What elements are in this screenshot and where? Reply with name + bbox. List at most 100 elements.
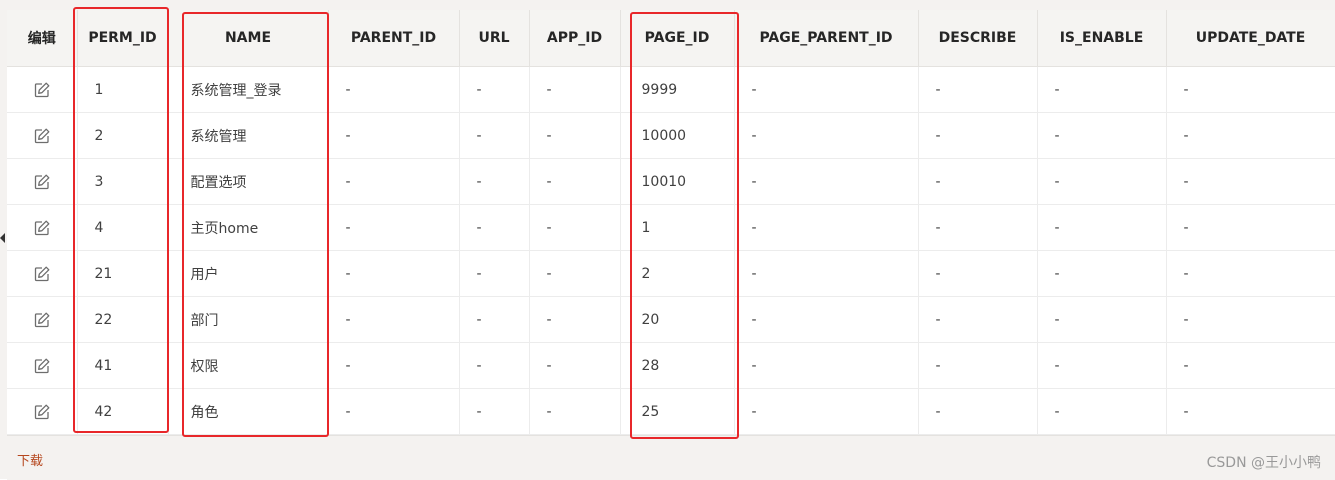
cell-update-date: - bbox=[1166, 250, 1335, 297]
cell-page-id: 25 bbox=[620, 388, 735, 435]
column-header-page-id[interactable]: PAGE_ID bbox=[620, 10, 735, 67]
cell-page-id: 1 bbox=[620, 204, 735, 251]
cell-page-id: 28 bbox=[620, 342, 735, 389]
edit-pencil-icon[interactable] bbox=[33, 265, 51, 283]
cell-parent-id: - bbox=[328, 66, 460, 113]
column-header-app-id[interactable]: APP_ID bbox=[529, 10, 621, 67]
table-row: 2 系统管理 - - -10000- - - - bbox=[7, 112, 1335, 159]
cell-page-parent-id: - bbox=[734, 204, 919, 251]
edit-cell bbox=[7, 204, 78, 251]
edit-cell bbox=[7, 250, 78, 297]
edit-pencil-icon[interactable] bbox=[33, 81, 51, 99]
cell-url: - bbox=[459, 204, 530, 251]
cell-name: 系统管理 bbox=[168, 112, 329, 159]
edit-cell bbox=[7, 296, 78, 343]
cell-perm-id: 41 bbox=[77, 342, 169, 389]
cell-app-id: - bbox=[529, 66, 621, 113]
cell-describe: - bbox=[918, 66, 1038, 113]
cell-update-date: - bbox=[1166, 296, 1335, 343]
edit-cell bbox=[7, 112, 78, 159]
column-header-describe[interactable]: DESCRIBE bbox=[918, 10, 1038, 67]
cell-describe: - bbox=[918, 112, 1038, 159]
cell-url: - bbox=[459, 158, 530, 205]
table-row: 42 角色 - - -25- - - - bbox=[7, 388, 1335, 435]
cell-page-parent-id: - bbox=[734, 66, 919, 113]
cell-page-parent-id: - bbox=[734, 296, 919, 343]
edit-cell bbox=[7, 66, 78, 113]
cell-url: - bbox=[459, 388, 530, 435]
data-table: 编辑 PERM_ID NAME PARENT_ID URL APP_ID PAG… bbox=[7, 10, 1335, 435]
column-header-page-parent-id[interactable]: PAGE_PARENT_ID bbox=[734, 10, 919, 67]
table-row: 21 用户 - - -2- - - - bbox=[7, 250, 1335, 297]
cell-update-date: - bbox=[1166, 66, 1335, 113]
cell-is-enable: - bbox=[1037, 158, 1167, 205]
cell-page-id: 2 bbox=[620, 250, 735, 297]
cell-parent-id: - bbox=[328, 158, 460, 205]
column-header-is-enable[interactable]: IS_ENABLE bbox=[1037, 10, 1167, 67]
cell-is-enable: - bbox=[1037, 66, 1167, 113]
column-header-perm-id[interactable]: PERM_ID bbox=[77, 10, 169, 67]
cell-name: 系统管理_登录 bbox=[168, 66, 329, 113]
cell-perm-id: 42 bbox=[77, 388, 169, 435]
edit-pencil-icon[interactable] bbox=[33, 311, 51, 329]
cell-page-id: 9999 bbox=[620, 66, 735, 113]
column-header-edit: 编辑 bbox=[7, 10, 78, 67]
cell-parent-id: - bbox=[328, 388, 460, 435]
cell-update-date: - bbox=[1166, 388, 1335, 435]
cell-page-parent-id: - bbox=[734, 112, 919, 159]
cell-name: 主页home bbox=[168, 204, 329, 251]
table-row: 4 主页home - - -1- - - - bbox=[7, 204, 1335, 251]
cell-parent-id: - bbox=[328, 342, 460, 389]
cell-name: 角色 bbox=[168, 388, 329, 435]
cell-update-date: - bbox=[1166, 158, 1335, 205]
cell-perm-id: 2 bbox=[77, 112, 169, 159]
cell-page-id: 10000 bbox=[620, 112, 735, 159]
cell-update-date: - bbox=[1166, 204, 1335, 251]
collapse-arrow-icon[interactable] bbox=[0, 233, 5, 243]
cell-parent-id: - bbox=[328, 296, 460, 343]
cell-url: - bbox=[459, 66, 530, 113]
cell-perm-id: 4 bbox=[77, 204, 169, 251]
download-link[interactable]: 下载 bbox=[17, 450, 43, 469]
table-row: 22 部门 - - -20- - - - bbox=[7, 296, 1335, 343]
watermark: CSDN @王小小鸭 bbox=[1206, 455, 1321, 471]
cell-is-enable: - bbox=[1037, 342, 1167, 389]
cell-perm-id: 22 bbox=[77, 296, 169, 343]
cell-is-enable: - bbox=[1037, 250, 1167, 297]
cell-is-enable: - bbox=[1037, 296, 1167, 343]
table-row: 1 系统管理_登录 - - -9999- - - - bbox=[7, 66, 1335, 113]
cell-describe: - bbox=[918, 158, 1038, 205]
cell-app-id: - bbox=[529, 112, 621, 159]
edit-pencil-icon[interactable] bbox=[33, 403, 51, 421]
table-row: 3 配置选项 - - -10010- - - - bbox=[7, 158, 1335, 205]
cell-is-enable: - bbox=[1037, 204, 1167, 251]
edit-cell bbox=[7, 342, 78, 389]
cell-parent-id: - bbox=[328, 250, 460, 297]
edit-cell bbox=[7, 388, 78, 435]
cell-app-id: - bbox=[529, 204, 621, 251]
cell-name: 配置选项 bbox=[168, 158, 329, 205]
cell-app-id: - bbox=[529, 342, 621, 389]
edit-pencil-icon[interactable] bbox=[33, 127, 51, 145]
cell-page-id: 10010 bbox=[620, 158, 735, 205]
top-strip bbox=[0, 0, 1335, 10]
cell-url: - bbox=[459, 112, 530, 159]
cell-update-date: - bbox=[1166, 342, 1335, 389]
column-header-parent-id[interactable]: PARENT_ID bbox=[328, 10, 460, 67]
header-row: 编辑 PERM_ID NAME PARENT_ID URL APP_ID PAG… bbox=[7, 10, 1335, 67]
cell-name: 用户 bbox=[168, 250, 329, 297]
edit-pencil-icon[interactable] bbox=[33, 173, 51, 191]
cell-page-parent-id: - bbox=[734, 158, 919, 205]
table-row: 41 权限 - - -28- - - - bbox=[7, 342, 1335, 389]
cell-url: - bbox=[459, 296, 530, 343]
edit-pencil-icon[interactable] bbox=[33, 357, 51, 375]
edit-pencil-icon[interactable] bbox=[33, 219, 51, 237]
cell-perm-id: 3 bbox=[77, 158, 169, 205]
column-header-name[interactable]: NAME bbox=[168, 10, 329, 67]
cell-app-id: - bbox=[529, 296, 621, 343]
column-header-url[interactable]: URL bbox=[459, 10, 530, 67]
cell-describe: - bbox=[918, 204, 1038, 251]
cell-name: 部门 bbox=[168, 296, 329, 343]
cell-url: - bbox=[459, 250, 530, 297]
column-header-update-date[interactable]: UPDATE_DATE bbox=[1166, 10, 1335, 67]
